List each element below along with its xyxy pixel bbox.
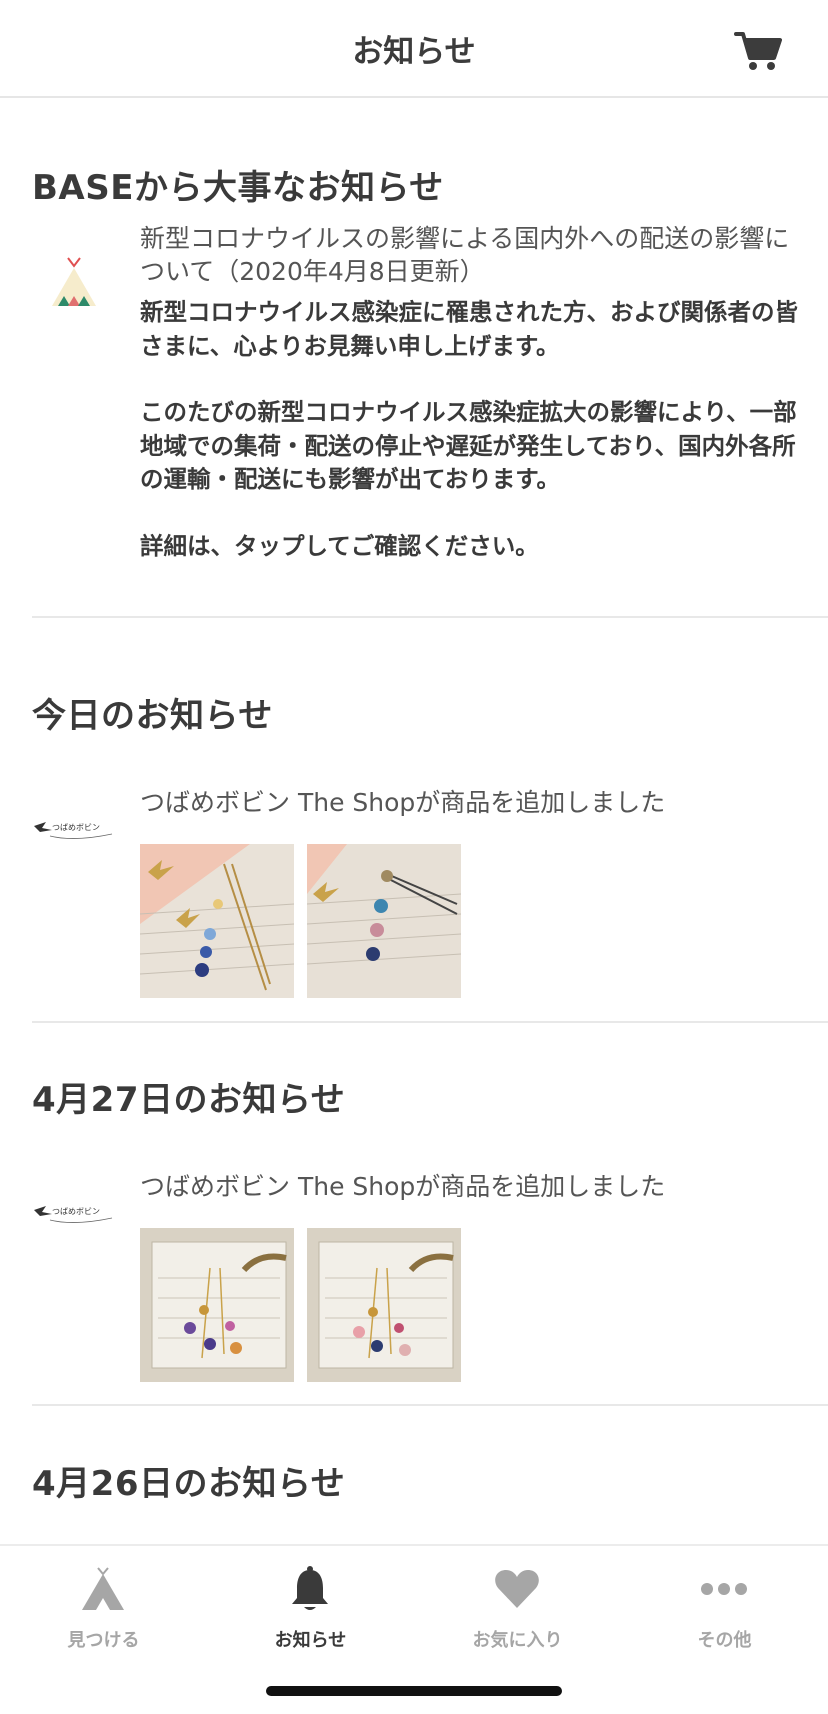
today-section: 今日のお知らせ [32, 688, 828, 737]
apr26-section: 4月26日のお知らせ [32, 1456, 828, 1505]
tab-discover[interactable]: 見つける [0, 1546, 207, 1676]
apr27-section: 4月27日のお知らせ [32, 1072, 828, 1121]
today-message[interactable]: つばめボビン The Shopが商品を追加しました [140, 786, 800, 819]
section-divider [32, 1404, 828, 1406]
tab-notifications[interactable]: お知らせ [207, 1546, 414, 1676]
base-notice-headline[interactable]: 新型コロナウイルスの影響による国内外への配送の影響について（2020年4月8日更… [140, 222, 800, 288]
tab-label: 見つける [67, 1630, 140, 1651]
more-dots-icon [701, 1583, 747, 1595]
product-thumbnail[interactable] [140, 1228, 294, 1382]
tab-label: お知らせ [274, 1630, 347, 1651]
section-divider [32, 1021, 828, 1023]
section-title: 4月26日のお知らせ [32, 1464, 346, 1504]
notification-list[interactable]: BASEから大事なお知らせ 新型コロナウイルスの影響による国内外への配送の影響に… [0, 98, 828, 1544]
home-indicator [266, 1686, 562, 1696]
product-thumbnail[interactable] [307, 1228, 461, 1382]
section-title: 今日のお知らせ [32, 696, 273, 736]
app-header: お知らせ [0, 0, 828, 98]
notice-paragraph: 新型コロナウイルス感染症に罹患された方、および関係者の皆さまに、心よりお見舞い申… [140, 298, 798, 360]
section-title: 4月27日のお知らせ [32, 1080, 346, 1120]
notice-paragraph: 詳細は、タップしてご確認ください。 [140, 531, 539, 560]
shop-logo[interactable]: つばめボビン [32, 816, 116, 842]
tab-more[interactable]: その他 [621, 1546, 828, 1676]
tab-label: その他 [697, 1630, 752, 1651]
page-title: お知らせ [352, 34, 476, 70]
section-title: BASEから大事なお知らせ [32, 168, 444, 208]
section-divider [32, 616, 828, 618]
tab-label: お気に入り [472, 1630, 563, 1651]
tent-icon [82, 1567, 124, 1610]
shop-logo[interactable]: つばめボビン [32, 1200, 116, 1226]
base-tent-logo [52, 257, 96, 306]
notice-paragraph: このたびの新型コロナウイルス感染症拡大の影響により、一部地域での集荷・配送の停止… [140, 398, 797, 493]
base-notice-section: BASEから大事なお知らせ [32, 160, 828, 209]
base-notice-body[interactable]: 新型コロナウイルス感染症に罹患された方、および関係者の皆さまに、心よりお見舞い申… [140, 296, 805, 596]
product-thumbnail[interactable] [140, 844, 294, 998]
bell-icon [292, 1566, 328, 1610]
svg-text:つばめボビン: つばめボビン [52, 823, 100, 832]
heart-icon [495, 1570, 539, 1608]
svg-text:つばめボビン: つばめボビン [52, 1207, 100, 1216]
tab-favorites[interactable]: お気に入り [414, 1546, 621, 1676]
apr27-message[interactable]: つばめボビン The Shopが商品を追加しました [140, 1170, 800, 1203]
cart-icon[interactable] [734, 28, 782, 72]
product-thumbnail[interactable] [307, 844, 461, 998]
